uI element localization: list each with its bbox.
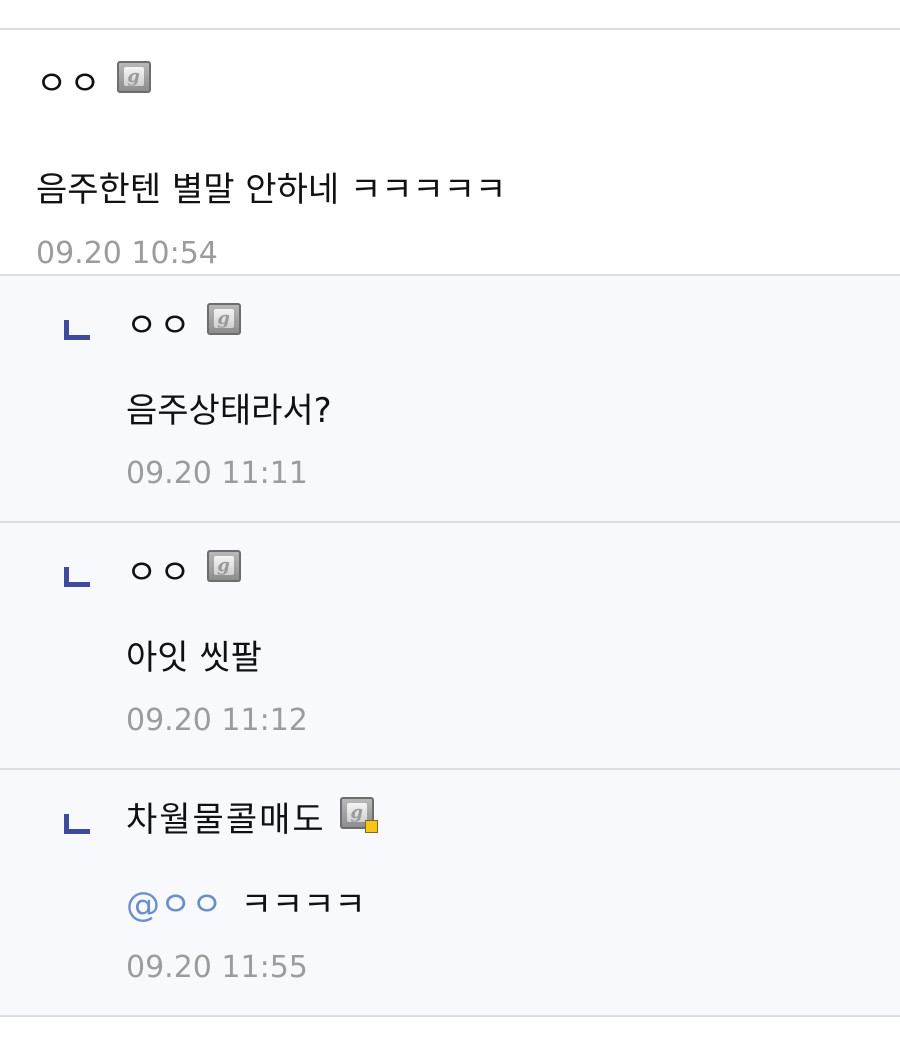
reply-timestamp: 09.20 11:55 — [126, 950, 308, 985]
reply-author-row: ㅇㅇ g — [126, 550, 241, 595]
badge-glyph: g — [213, 309, 234, 328]
fixed-nickname-badge-icon: g — [116, 61, 151, 93]
reply-item: 차월물콜매도 g @ㅇㅇ ㅋㅋㅋㅋ 09.20 11:55 — [0, 770, 900, 1017]
reply-author-name[interactable]: ㅇㅇ — [126, 551, 193, 595]
fixed-nickname-badge-icon: g — [206, 303, 241, 335]
reply-text-content: ㅋㅋㅋㅋ — [240, 885, 366, 925]
comment-timestamp: 09.20 10:54 — [36, 236, 218, 271]
reply-arrow-icon — [64, 567, 90, 587]
badge-dot-icon — [364, 820, 378, 833]
reply-timestamp: 09.20 11:11 — [126, 456, 308, 491]
fixed-nickname-badge-icon: g — [206, 550, 241, 582]
badge-glyph: g — [213, 556, 234, 575]
reply-text: 음주상태라서? — [126, 391, 332, 431]
reply-text: @ㅇㅇ ㅋㅋㅋㅋ — [126, 883, 366, 927]
reply-text: 아잇 씻팔 — [126, 638, 262, 678]
reply-item: ㅇㅇ g 음주상태라서? 09.20 11:11 — [0, 276, 900, 523]
reply-author-row: 차월물콜매도 g — [126, 797, 378, 842]
comment-list-top-spacer — [0, 0, 900, 30]
comment-text: 음주한텐 별말 안하네 ㅋㅋㅋㅋㅋ — [36, 170, 507, 210]
badge-glyph: g — [123, 67, 144, 86]
reply-item: ㅇㅇ g 아잇 씻팔 09.20 11:12 — [0, 523, 900, 770]
reply-arrow-icon — [64, 814, 90, 834]
reply-author-name[interactable]: 차월물콜매도 — [126, 798, 326, 842]
reply-author-row: ㅇㅇ g — [126, 303, 241, 348]
fixed-nickname-badge-manager-icon: g — [339, 797, 378, 833]
comment-item: ㅇㅇ g 음주한텐 별말 안하네 ㅋㅋㅋㅋㅋ 09.20 10:54 — [0, 30, 900, 276]
reply-mention-link[interactable]: @ㅇㅇ — [126, 885, 223, 925]
reply-timestamp: 09.20 11:12 — [126, 703, 308, 738]
comment-author-name[interactable]: ㅇㅇ — [36, 62, 103, 106]
reply-author-name[interactable]: ㅇㅇ — [126, 304, 193, 348]
comment-author-row: ㅇㅇ g — [36, 61, 151, 106]
reply-arrow-icon — [64, 320, 90, 340]
badge-glyph: g — [346, 803, 367, 822]
